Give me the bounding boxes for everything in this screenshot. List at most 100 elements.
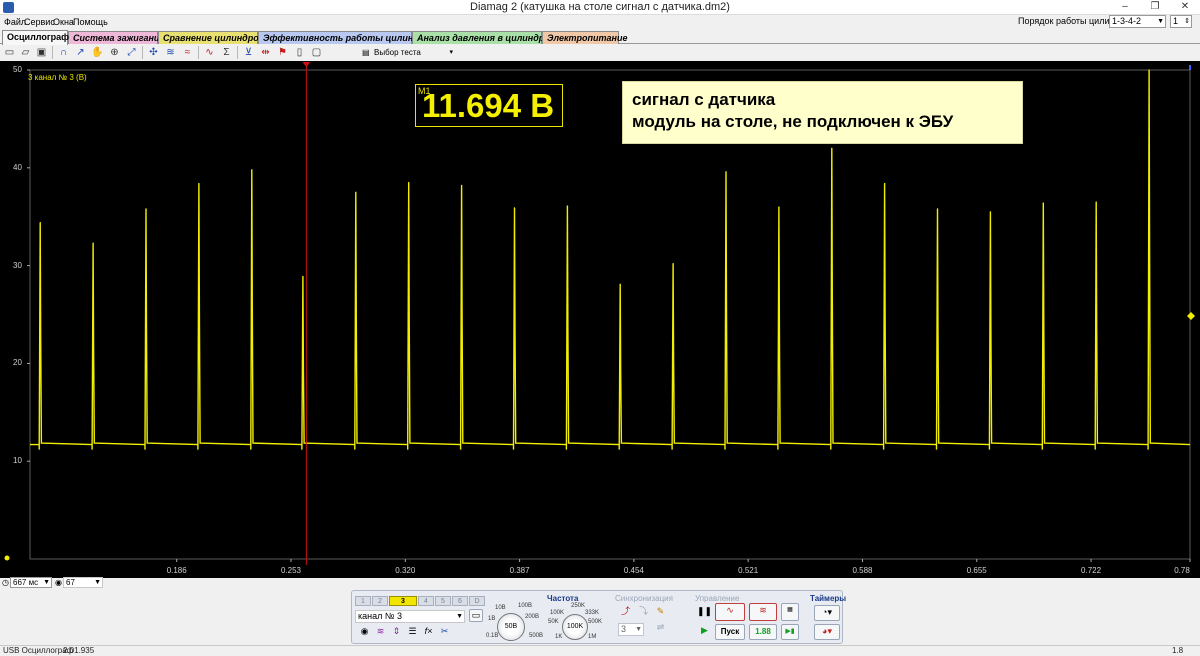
sine-wave-icon[interactable]: ∿ (715, 603, 745, 621)
page-icon[interactable]: ▯ (293, 46, 306, 59)
menu-windows[interactable]: Окна (53, 17, 74, 27)
tools-icon[interactable]: ✂ (438, 625, 451, 639)
invert-icon[interactable]: ⇕ (390, 625, 403, 639)
new-file-icon[interactable]: ▭ (3, 46, 16, 59)
tab-pressure-analysis[interactable]: Анализ давления в цилиндре (412, 31, 549, 44)
document-icon[interactable]: ▢ (310, 46, 323, 59)
count-select[interactable]: 67 ▼ (63, 577, 103, 588)
stats-icon[interactable]: ≈ (181, 46, 194, 59)
save-channel-icon[interactable]: ▭ (469, 609, 483, 622)
sync-auto-icon[interactable]: ✎ (652, 605, 669, 620)
toolbar-separator (52, 46, 53, 59)
timer-2-icon[interactable]: ◕▾ (814, 624, 840, 640)
annotation-note[interactable]: сигнал с датчика модуль на столе, не под… (622, 81, 1023, 144)
channel-button-5[interactable]: 5 (435, 596, 451, 606)
channel-button-1[interactable]: 1 (355, 596, 371, 606)
control-title: Управление (695, 594, 740, 603)
flag-icon[interactable]: ⚑ (276, 46, 289, 59)
cylinder-value: 1 (1173, 16, 1179, 26)
curve-icon[interactable]: ∩ (57, 46, 70, 59)
menu-help[interactable]: Помощь (73, 17, 108, 27)
eye-icon[interactable]: ◉ (358, 625, 371, 639)
function-icon[interactable]: f× (422, 625, 435, 639)
timer-1-icon[interactable]: ◔▾ (814, 605, 840, 621)
status-right: 1.8 (1172, 646, 1184, 655)
move-icon[interactable]: ⇹ (259, 46, 272, 59)
pulse-peak-6 (302, 275, 304, 277)
sync-channel-value: 3 (621, 624, 627, 634)
x-tick-label: 0.253 (280, 566, 302, 575)
chevron-down-icon: ▼ (456, 613, 463, 620)
channel-button-d[interactable]: D (469, 596, 485, 606)
cursor-icon[interactable]: ↗ (74, 46, 87, 59)
sync-title: Синхронизация (615, 594, 673, 603)
cylinder-order-select[interactable]: 1-3-4-2 ▼ (1109, 15, 1166, 28)
frequency-knob[interactable]: 100K (562, 614, 588, 640)
open-icon[interactable]: ▱ (19, 46, 32, 59)
close-button[interactable]: ✕ (1170, 0, 1200, 15)
pause-icon[interactable]: ❚❚ (697, 605, 712, 621)
play-icon[interactable]: ▶ (697, 624, 712, 640)
sigma-icon[interactable]: Σ (220, 46, 233, 59)
sync-edge-icon[interactable]: ⤴ (617, 605, 634, 620)
save-icon[interactable]: ▣ (35, 46, 48, 59)
maximize-button[interactable]: ❐ (1140, 0, 1170, 15)
tab-cylinder-compare[interactable]: Сравнение цилиндров (158, 31, 264, 44)
freq-label-1k: 1K (555, 634, 563, 640)
sync-level-icon[interactable]: ⇌ (652, 621, 669, 636)
channel-button-2[interactable]: 2 (372, 596, 388, 606)
marker-icon[interactable]: ≋ (164, 46, 177, 59)
voltage-knob[interactable]: 50В (497, 613, 525, 641)
measure-icon[interactable]: ∿ (203, 46, 216, 59)
compare-icon[interactable]: ✣ (147, 46, 160, 59)
auto-icon[interactable]: ▦ (781, 603, 799, 621)
sync-fall-icon[interactable]: ⤵ (635, 605, 652, 620)
voltage-label-100v: 100В (518, 603, 533, 609)
channel-name-select[interactable]: канал № 3 ▼ (355, 610, 465, 623)
list-icon[interactable]: ☰ (406, 625, 419, 639)
voltage-knob-value: 50В (504, 623, 518, 630)
cylinder-order-value: 1-3-4-2 (1112, 16, 1142, 26)
measurement-box[interactable]: M1 11.694 В (415, 84, 563, 127)
zoom-icon[interactable]: ⊕ (108, 46, 121, 59)
tab-ignition[interactable]: Система зажигания (68, 31, 165, 44)
toolbar-separator (198, 46, 199, 59)
channel-button-6[interactable]: 6 (452, 596, 468, 606)
fit-icon[interactable]: ⤢ (125, 46, 138, 59)
period-select[interactable]: 667 мс ▼ (10, 577, 52, 588)
wave-icon[interactable]: ≋ (374, 625, 387, 639)
menu-service[interactable]: Сервис (24, 17, 55, 27)
pulse-peak-11 (566, 205, 568, 207)
channel-button-4[interactable]: 4 (418, 596, 434, 606)
tab-oscilloscope[interactable]: Осциллограф (2, 30, 69, 45)
pulse-peak-21 (1095, 201, 1097, 203)
pulse-peak-16 (831, 147, 833, 149)
noise-wave-icon[interactable]: ≋ (749, 603, 777, 621)
chevron-down-icon: ▼ (94, 579, 101, 586)
channel-button-3[interactable]: 3 (389, 596, 417, 606)
control-panel: 123456D канал № 3 ▼ ▭ ◉ ≋ ⇕ ☰ f× ✂ 10В 10… (351, 590, 846, 644)
tab-cylinder-efficiency[interactable]: Эффективность работы цилиндров (258, 31, 435, 44)
menu-file[interactable]: Файл (4, 17, 26, 27)
test-selector[interactable]: Выбор теста ▾ ▤ (360, 46, 457, 59)
freq-label-50k: 50K (548, 619, 559, 625)
x-tick-label: 0.521 (738, 566, 759, 575)
note-line-2: модуль на столе, не подключен к ЭБУ (632, 112, 954, 131)
filter-icon[interactable]: ⊻ (242, 46, 255, 59)
pulse-peak-17 (884, 182, 886, 185)
sync-channel-select[interactable]: 3 ▼ (618, 623, 644, 636)
hand-icon[interactable]: ✋ (91, 46, 104, 59)
toolbar: ▭ ▱ ▣ ∩ ↗ ✋ ⊕ ⤢ ✣ ≋ ≈ ∿ Σ ⊻ ⇹ ⚑ ▯ ▢ (0, 44, 1200, 61)
pulse-peak-13 (672, 263, 674, 265)
voltage-label-1v: 1В (488, 616, 496, 622)
status-bar: USB Осциллограф 2.01.935 1.8 (0, 645, 1200, 656)
tab-power[interactable]: Электропитание (542, 31, 627, 44)
minimize-button[interactable]: – (1110, 0, 1140, 15)
y-tick-label: 40 (13, 162, 22, 172)
record-icon[interactable]: ▶▮ (781, 624, 799, 640)
start-button[interactable]: Пуск (715, 624, 745, 640)
cylinder-select[interactable]: 1 ⇕ (1170, 15, 1192, 28)
measurement-value: 11.694 В (422, 87, 555, 124)
ratio-button[interactable]: 1.88 (749, 624, 777, 640)
pulse-peak-14 (725, 171, 727, 173)
